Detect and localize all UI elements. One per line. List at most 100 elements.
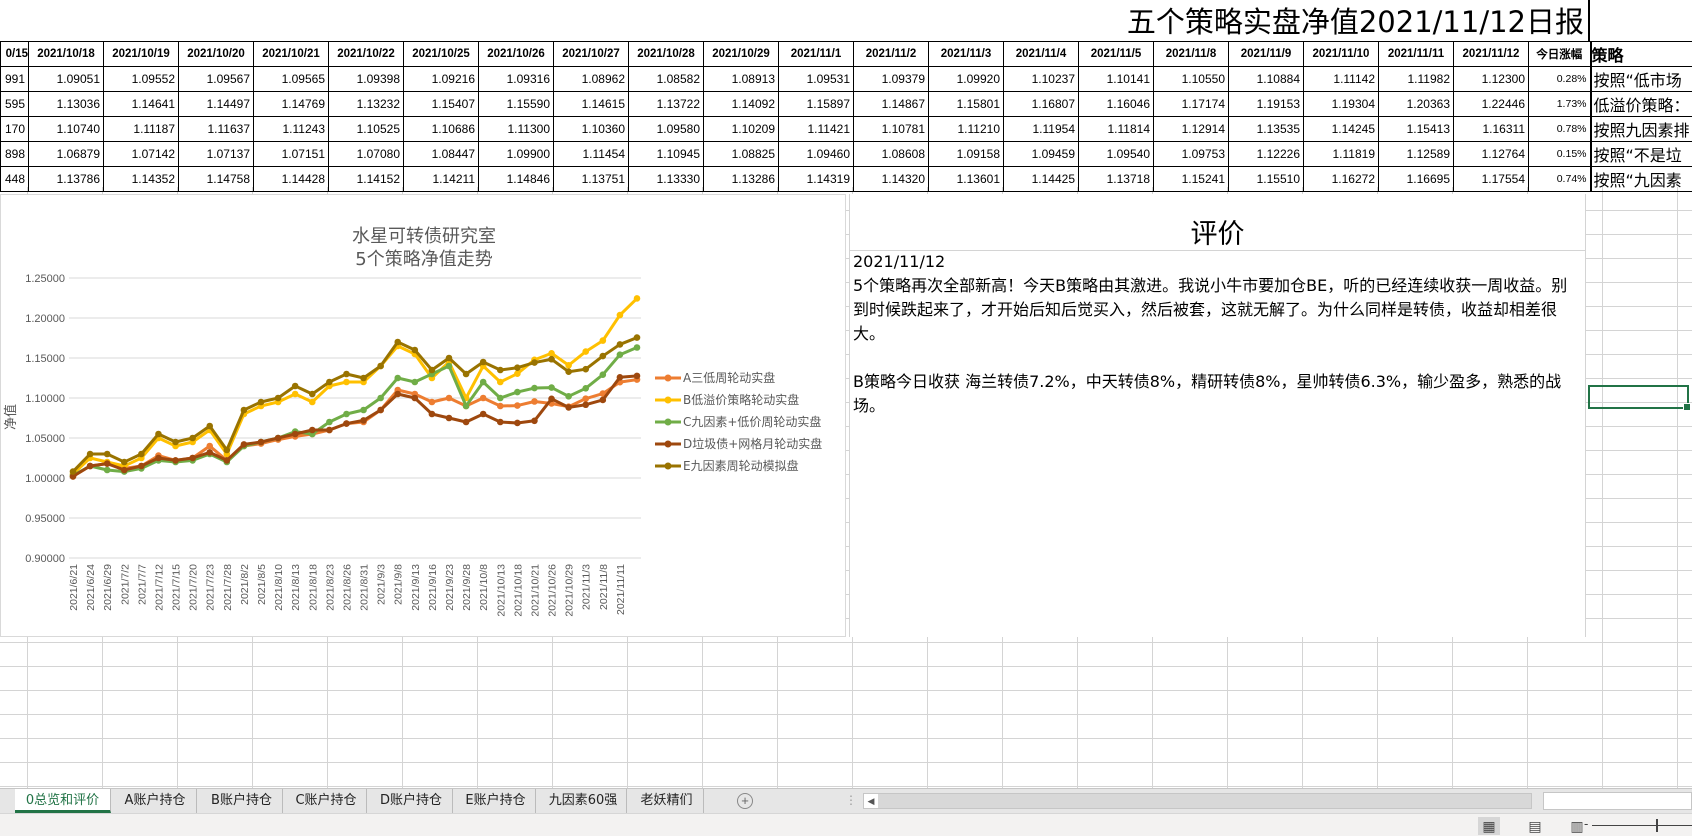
sheet-tab[interactable]: 九因素60强 bbox=[540, 789, 627, 813]
value-cell[interactable]: 1.12764 bbox=[1453, 141, 1529, 167]
value-cell[interactable]: 1.13601 bbox=[928, 166, 1004, 192]
value-cell[interactable]: 1.11982 bbox=[1378, 66, 1454, 92]
value-cell[interactable]: 898 bbox=[0, 141, 29, 167]
change-cell[interactable]: 0.15% bbox=[1528, 141, 1591, 167]
value-cell[interactable]: 1.09316 bbox=[478, 66, 554, 92]
value-cell[interactable]: 1.14352 bbox=[103, 166, 179, 192]
sheet-tab[interactable]: A账户持仓 bbox=[114, 789, 197, 813]
value-cell[interactable]: 1.10209 bbox=[703, 116, 779, 142]
value-cell[interactable]: 1.20363 bbox=[1378, 91, 1454, 117]
value-cell[interactable]: 1.09379 bbox=[853, 66, 929, 92]
value-cell[interactable]: 1.14319 bbox=[778, 166, 854, 192]
column-header[interactable]: 2021/10/21 bbox=[253, 41, 329, 67]
value-cell[interactable]: 1.17174 bbox=[1153, 91, 1229, 117]
value-cell[interactable]: 1.10360 bbox=[553, 116, 629, 142]
column-header[interactable]: 2021/10/25 bbox=[403, 41, 479, 67]
value-cell[interactable]: 1.09580 bbox=[628, 116, 704, 142]
column-header[interactable]: 2021/11/1 bbox=[778, 41, 854, 67]
splitter-handle[interactable]: ⋮ bbox=[845, 793, 857, 807]
value-cell[interactable]: 1.11814 bbox=[1078, 116, 1154, 142]
change-cell[interactable]: 0.74% bbox=[1528, 166, 1591, 192]
value-cell[interactable]: 1.11421 bbox=[778, 116, 854, 142]
column-header[interactable]: 策略 bbox=[1589, 41, 1692, 67]
value-cell[interactable]: 1.14867 bbox=[853, 91, 929, 117]
selected-cell[interactable] bbox=[1588, 385, 1691, 411]
column-header[interactable]: 2021/11/2 bbox=[853, 41, 929, 67]
column-header[interactable]: 2021/10/29 bbox=[703, 41, 779, 67]
value-cell[interactable]: 1.09540 bbox=[1078, 141, 1154, 167]
strategy-cell[interactable]: 按照九因素排 bbox=[1589, 116, 1692, 142]
column-header[interactable]: 2021/11/4 bbox=[1003, 41, 1079, 67]
value-cell[interactable]: 1.14211 bbox=[403, 166, 479, 192]
value-cell[interactable]: 1.09900 bbox=[478, 141, 554, 167]
value-cell[interactable]: 1.09531 bbox=[778, 66, 854, 92]
value-cell[interactable]: 1.15590 bbox=[478, 91, 554, 117]
zoom-slider[interactable]: - bbox=[1584, 816, 1692, 832]
strategy-cell[interactable]: 按照“不是垃 bbox=[1589, 141, 1692, 167]
scrollbar-area[interactable] bbox=[1543, 792, 1692, 810]
value-cell[interactable]: 1.16272 bbox=[1303, 166, 1379, 192]
value-cell[interactable]: 1.08962 bbox=[553, 66, 629, 92]
value-cell[interactable]: 1.09567 bbox=[178, 66, 254, 92]
value-cell[interactable]: 1.14152 bbox=[328, 166, 404, 192]
value-cell[interactable]: 1.13751 bbox=[553, 166, 629, 192]
value-cell[interactable]: 1.07137 bbox=[178, 141, 254, 167]
value-cell[interactable]: 1.13330 bbox=[628, 166, 704, 192]
value-cell[interactable]: 1.10781 bbox=[853, 116, 929, 142]
value-cell[interactable]: 1.13286 bbox=[703, 166, 779, 192]
value-cell[interactable]: 1.06879 bbox=[28, 141, 104, 167]
value-cell[interactable]: 1.14758 bbox=[178, 166, 254, 192]
value-cell[interactable]: 1.11210 bbox=[928, 116, 1004, 142]
value-cell[interactable]: 1.08582 bbox=[628, 66, 704, 92]
page-layout-icon[interactable]: ▤ bbox=[1524, 817, 1546, 835]
column-header[interactable]: 2021/10/18 bbox=[28, 41, 104, 67]
strategy-cell[interactable]: 低溢价策略： bbox=[1589, 91, 1692, 117]
column-header[interactable]: 2021/11/5 bbox=[1078, 41, 1154, 67]
column-header[interactable]: 0/15 bbox=[0, 41, 29, 67]
value-cell[interactable]: 1.16311 bbox=[1453, 116, 1529, 142]
strategy-cell[interactable]: 按照“九因素 bbox=[1589, 166, 1692, 192]
column-header[interactable]: 2021/11/3 bbox=[928, 41, 1004, 67]
value-cell[interactable]: 1.14320 bbox=[853, 166, 929, 192]
value-cell[interactable]: 1.12914 bbox=[1153, 116, 1229, 142]
sheet-tab[interactable]: D账户持仓 bbox=[370, 789, 453, 813]
value-cell[interactable]: 1.08825 bbox=[703, 141, 779, 167]
value-cell[interactable]: 1.15413 bbox=[1378, 116, 1454, 142]
column-header[interactable]: 2021/11/12 bbox=[1453, 41, 1529, 67]
value-cell[interactable]: 1.11243 bbox=[253, 116, 329, 142]
value-cell[interactable]: 1.10141 bbox=[1078, 66, 1154, 92]
column-header[interactable]: 2021/11/11 bbox=[1378, 41, 1454, 67]
value-cell[interactable]: 1.12300 bbox=[1453, 66, 1529, 92]
value-cell[interactable]: 991 bbox=[0, 66, 29, 92]
value-cell[interactable]: 1.14497 bbox=[178, 91, 254, 117]
value-cell[interactable]: 1.10237 bbox=[1003, 66, 1079, 92]
plus-circle-icon[interactable]: + bbox=[737, 793, 753, 809]
value-cell[interactable]: 1.15801 bbox=[928, 91, 1004, 117]
value-cell[interactable]: 1.13786 bbox=[28, 166, 104, 192]
value-cell[interactable]: 1.10945 bbox=[628, 141, 704, 167]
value-cell[interactable]: 1.07151 bbox=[253, 141, 329, 167]
value-cell[interactable]: 1.14428 bbox=[253, 166, 329, 192]
value-cell[interactable]: 1.13718 bbox=[1078, 166, 1154, 192]
value-cell[interactable]: 1.09753 bbox=[1153, 141, 1229, 167]
value-cell[interactable]: 1.09552 bbox=[103, 66, 179, 92]
column-header[interactable]: 2021/10/26 bbox=[478, 41, 554, 67]
value-cell[interactable]: 1.09398 bbox=[328, 66, 404, 92]
value-cell[interactable]: 1.14425 bbox=[1003, 166, 1079, 192]
value-cell[interactable]: 1.15510 bbox=[1228, 166, 1304, 192]
column-header[interactable]: 2021/10/27 bbox=[553, 41, 629, 67]
value-cell[interactable]: 1.16695 bbox=[1378, 166, 1454, 192]
column-header[interactable]: 2021/11/8 bbox=[1153, 41, 1229, 67]
value-cell[interactable]: 1.08447 bbox=[403, 141, 479, 167]
value-cell[interactable]: 1.07142 bbox=[103, 141, 179, 167]
value-cell[interactable]: 1.15897 bbox=[778, 91, 854, 117]
value-cell[interactable]: 595 bbox=[0, 91, 29, 117]
value-cell[interactable]: 1.17554 bbox=[1453, 166, 1529, 192]
value-cell[interactable]: 1.15241 bbox=[1153, 166, 1229, 192]
value-cell[interactable]: 1.10686 bbox=[403, 116, 479, 142]
column-header[interactable]: 2021/10/20 bbox=[178, 41, 254, 67]
value-cell[interactable]: 1.14615 bbox=[553, 91, 629, 117]
value-cell[interactable]: 1.13036 bbox=[28, 91, 104, 117]
value-cell[interactable]: 1.11954 bbox=[1003, 116, 1079, 142]
zoom-slider-knob[interactable] bbox=[1656, 819, 1658, 832]
